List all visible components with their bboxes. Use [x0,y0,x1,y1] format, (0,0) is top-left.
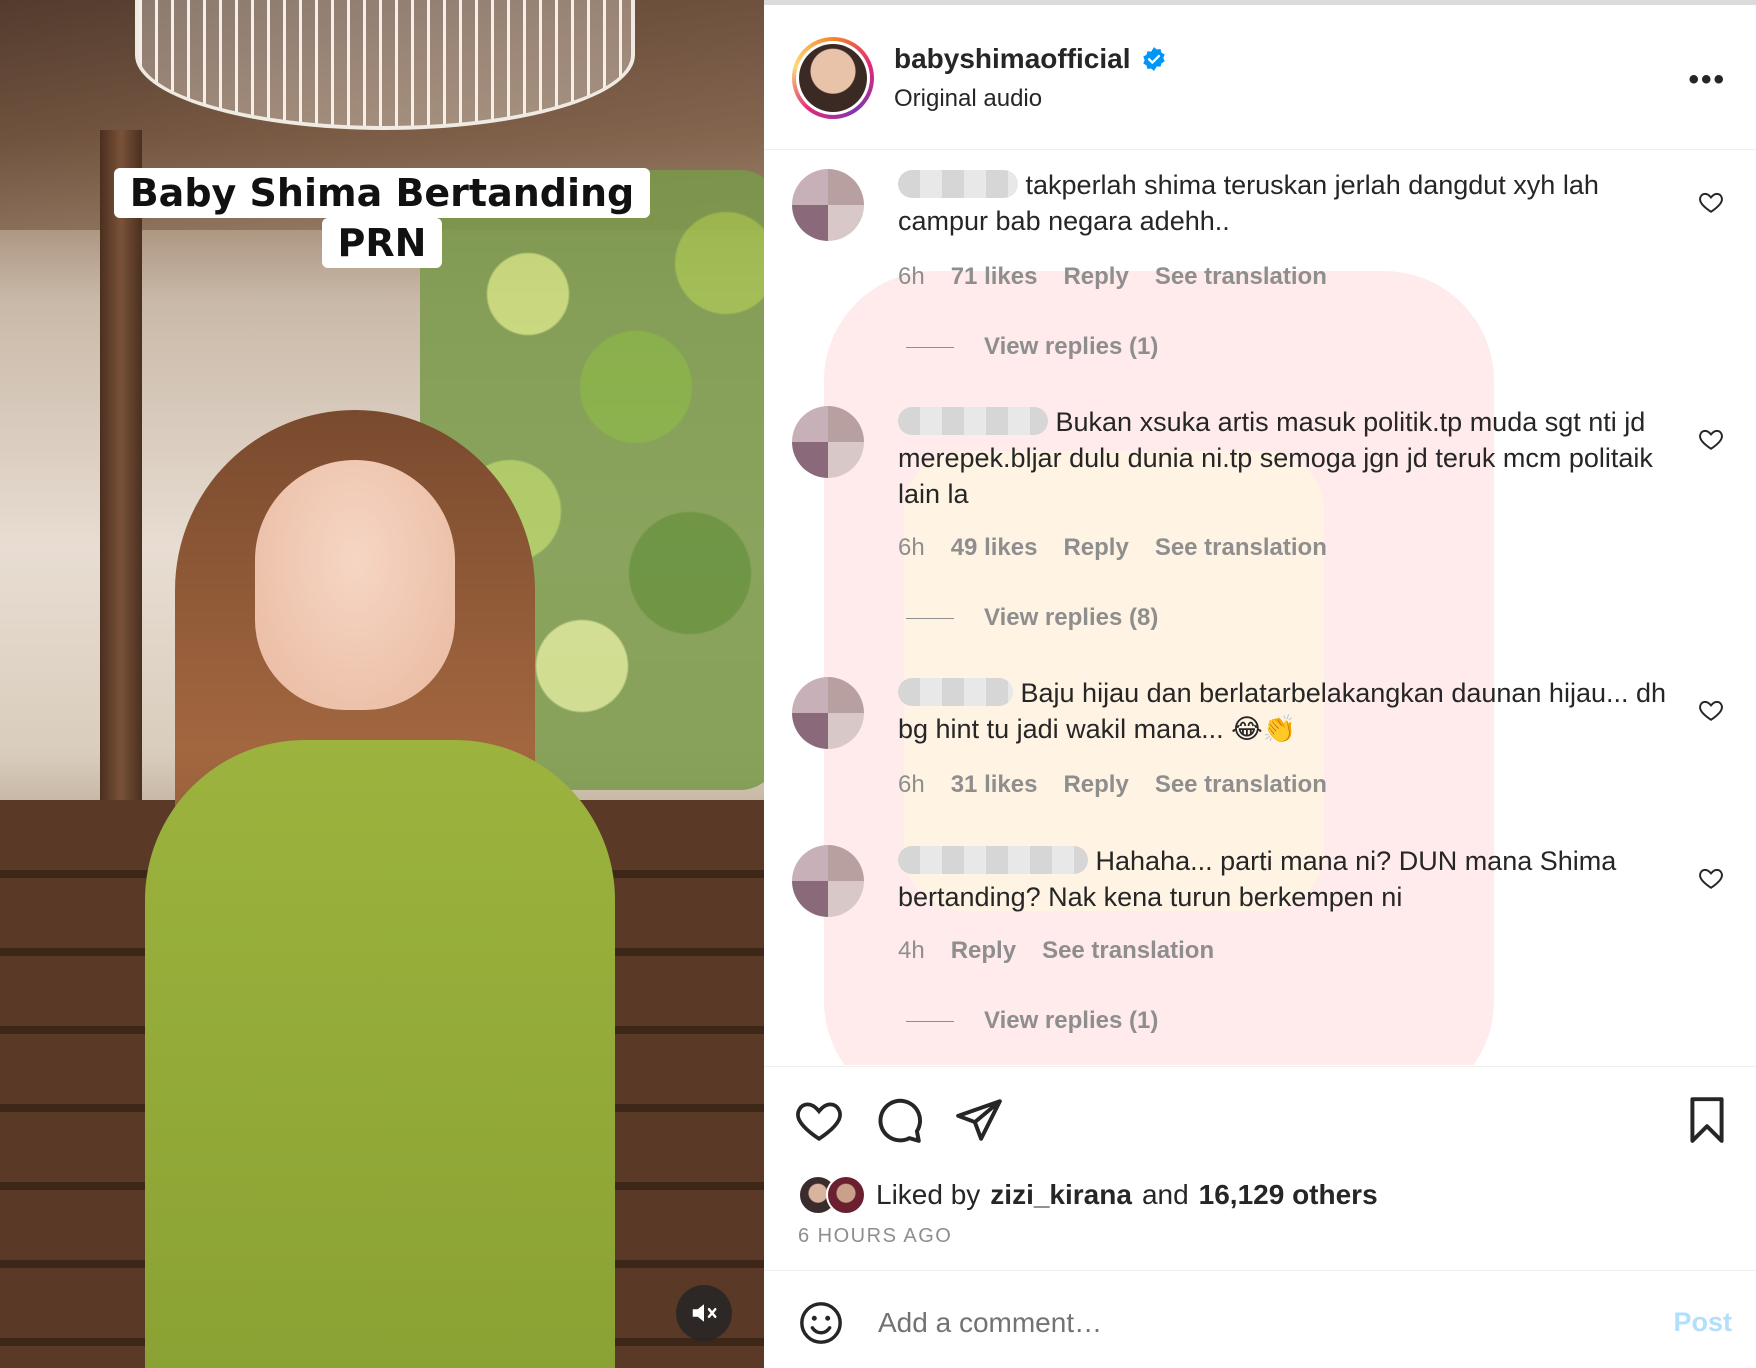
comment-likes[interactable]: 71 likes [951,263,1038,291]
view-replies-label[interactable]: View replies (8) [984,604,1158,632]
mute-button[interactable] [676,1285,732,1341]
commenter-username-blurred[interactable] [898,170,1018,198]
comments-list[interactable]: takperlah shima teruskan jerlah dangdut … [764,151,1756,1065]
view-replies-label[interactable]: View replies (1) [984,333,1158,361]
replies-divider [906,1020,954,1022]
commenter-username-blurred[interactable] [898,407,1048,435]
comment-input[interactable] [878,1301,1578,1345]
comment-bubble-icon[interactable] [874,1095,924,1145]
comment-time[interactable]: 6h [898,263,925,291]
audio-subtitle[interactable]: Original audio [894,85,1042,113]
smiley-icon[interactable] [798,1300,844,1346]
comment-meta: 6h 31 likes Reply See translation [898,771,1327,799]
heart-icon[interactable] [794,1095,844,1145]
view-replies-button[interactable]: View replies (8) [906,604,1158,632]
comment-meta: 6h 49 likes Reply See translation [898,534,1327,562]
comment-time[interactable]: 6h [898,534,925,562]
view-replies-button[interactable]: View replies (1) [906,333,1158,361]
comment-reply-link[interactable]: Reply [951,937,1016,965]
commenter-username-blurred[interactable] [898,678,1013,706]
liker-avatar[interactable] [826,1175,866,1215]
author-username[interactable]: babyshimaofficial [894,43,1167,75]
author-avatar[interactable] [792,37,874,119]
post-comment-button[interactable]: Post [1673,1307,1732,1338]
verified-badge-icon [1142,47,1165,71]
video-caption: Baby Shima Bertanding PRN [0,168,764,268]
liked-by-prefix: Liked by [876,1179,981,1210]
comment-text-block: Hahaha... parti mana ni? DUN mana Shima … [898,843,1678,915]
comment-time[interactable]: 6h [898,771,925,799]
comment-reply-link[interactable]: Reply [1063,771,1128,799]
author-username-text[interactable]: babyshimaofficial [894,43,1131,75]
paper-plane-icon[interactable] [954,1095,1004,1145]
comment-translate-link[interactable]: See translation [1155,534,1327,562]
commenter-avatar[interactable] [792,406,864,478]
comment-reply-link[interactable]: Reply [1063,534,1128,562]
commenter-avatar[interactable] [792,169,864,241]
post-actions: Liked by zizi_kirana and 16,129 others 6… [764,1066,1756,1266]
comment-meta: 6h 71 likes Reply See translation [898,263,1327,291]
likes-summary: Liked by zizi_kirana and 16,129 others [798,1175,1378,1215]
comment-reply-link[interactable]: Reply [1063,263,1128,291]
liked-by-and: and [1141,1179,1189,1210]
comment-translate-link[interactable]: See translation [1042,937,1214,965]
post-timestamp[interactable]: 6 HOURS AGO [798,1225,952,1248]
commenter-username-blurred[interactable] [898,846,1088,874]
post-details-panel: babyshimaofficial Original audio ••• tak… [764,0,1756,1368]
comment-text-block: takperlah shima teruskan jerlah dangdut … [898,167,1678,239]
person-face [255,460,455,710]
comment-text-block: Baju hijau dan berlatarbelakangkan dauna… [898,675,1678,747]
comment-like-icon[interactable] [1698,865,1724,891]
comment-likes[interactable]: 49 likes [951,534,1038,562]
comment-text: Baju hijau dan berlatarbelakangkan dauna… [898,678,1667,744]
view-replies-button[interactable]: View replies (1) [906,1007,1158,1035]
post-media[interactable]: Baby Shima Bertanding PRN [0,0,764,1368]
person-body [145,740,615,1368]
comment-like-icon[interactable] [1698,697,1724,723]
commenter-avatar[interactable] [792,677,864,749]
speaker-muted-icon [692,1304,717,1322]
replies-divider [906,346,954,348]
more-options-button[interactable]: ••• [1688,63,1726,97]
comment-meta: 4h Reply See translation [898,937,1214,965]
comment-translate-link[interactable]: See translation [1155,263,1327,291]
replies-divider [906,617,954,619]
comment-translate-link[interactable]: See translation [1155,771,1327,799]
comment-likes[interactable]: 31 likes [951,771,1038,799]
likers-avatars[interactable] [798,1175,866,1215]
bookmark-icon[interactable] [1682,1095,1732,1145]
liked-by-user[interactable]: zizi_kirana [990,1179,1132,1211]
comment-text-block: Bukan xsuka artis masuk politik.tp muda … [898,404,1678,512]
video-caption-line-1: Baby Shima Bertanding [113,168,651,218]
video-caption-line-2: PRN [321,218,443,268]
view-replies-label[interactable]: View replies (1) [984,1007,1158,1035]
comment-composer: Post [764,1270,1756,1368]
comment-like-icon[interactable] [1698,189,1724,215]
comment-like-icon[interactable] [1698,426,1724,452]
commenter-avatar[interactable] [792,845,864,917]
post-header: babyshimaofficial Original audio ••• [764,5,1756,150]
comment-time[interactable]: 4h [898,937,925,965]
liked-by-others[interactable]: 16,129 others [1199,1179,1378,1211]
